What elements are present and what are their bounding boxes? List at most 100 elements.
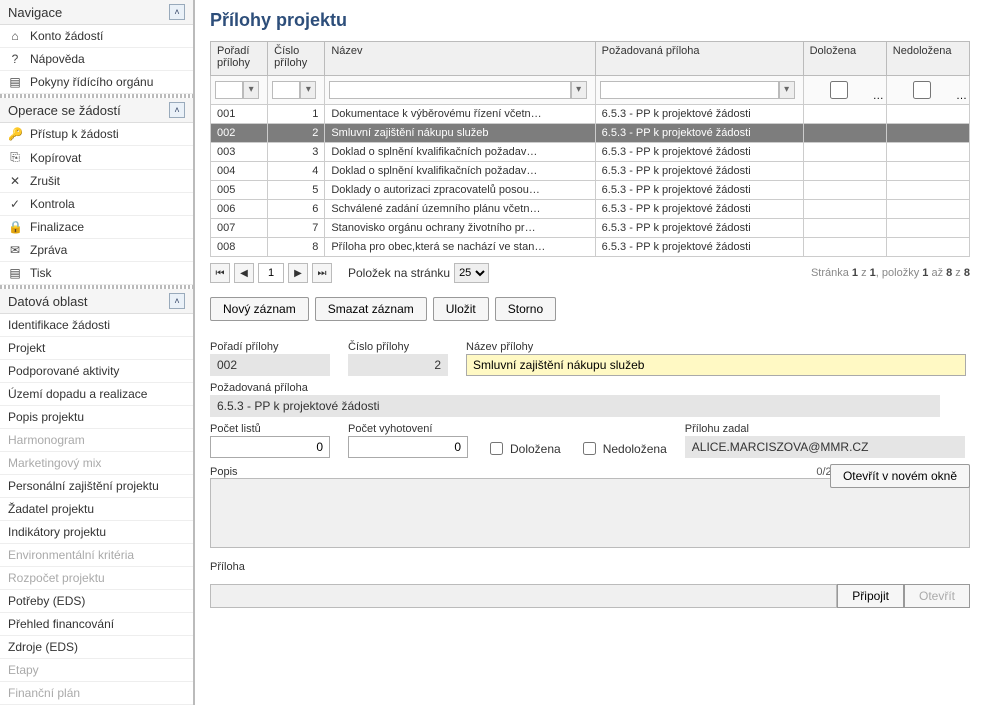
nav-item-pokyny[interactable]: ▤Pokyny řídícího orgánu (0, 71, 193, 94)
val-cislo: 2 (348, 354, 448, 376)
input-vyhot[interactable] (348, 436, 468, 458)
col-cislo[interactable]: Číslo přílohy (268, 42, 325, 76)
val-zadal: ALICE.MARCISZOVA@MMR.CZ (685, 436, 965, 458)
cell-nedolozena (886, 181, 969, 200)
nav-label: Konto žádostí (30, 29, 103, 43)
pagesize-select[interactable]: 25 (454, 263, 489, 283)
cell-pozad: 6.5.3 - PP k projektové žádosti (595, 162, 803, 181)
pager-page-input[interactable] (258, 263, 284, 283)
cell-nazev: Stanovisko orgánu ochrany životního pr… (325, 219, 595, 238)
cell-cislo: 5 (268, 181, 325, 200)
cell-poradi: 003 (211, 143, 268, 162)
cell-dolozena (803, 181, 886, 200)
pagesize-label: Položek na stránku (348, 266, 450, 280)
new-record-button[interactable]: Nový záznam (210, 297, 309, 321)
nav-group-navigace[interactable]: Navigace ˄ (0, 0, 193, 25)
nav-item-identifikace[interactable]: Identifikace žádosti (0, 314, 193, 337)
filter-pozad[interactable] (600, 81, 779, 99)
input-listu[interactable] (210, 436, 330, 458)
nav-item-pristup[interactable]: 🔑Přístup k žádosti (0, 123, 193, 146)
nav-item-zrusit[interactable]: ✕Zrušit (0, 170, 193, 193)
nav-item-zdroje[interactable]: Zdroje (EDS) (0, 636, 193, 659)
pager-last[interactable]: ⏭ (312, 263, 332, 283)
cell-poradi: 005 (211, 181, 268, 200)
cell-cislo: 8 (268, 238, 325, 257)
nav-group-operace[interactable]: Operace se žádostí ˄ (0, 98, 193, 123)
filter-icon[interactable]: ▾ (243, 81, 259, 99)
cell-nazev: Doklad o splnění kvalifikačních požadav… (325, 162, 595, 181)
cell-dolozena (803, 143, 886, 162)
storno-button[interactable]: Storno (495, 297, 556, 321)
filter-icon[interactable]: ▾ (300, 81, 316, 99)
delete-record-button[interactable]: Smazat záznam (315, 297, 427, 321)
filter-nazev[interactable] (329, 81, 570, 99)
filter-cislo[interactable] (272, 81, 300, 99)
filter-icon[interactable]: ▾ (571, 81, 587, 99)
home-icon: ⌂ (8, 29, 22, 43)
nav-item-kontrola[interactable]: ✓Kontrola (0, 193, 193, 216)
table-row[interactable]: 0077Stanovisko orgánu ochrany životního … (211, 219, 970, 238)
input-nazev[interactable] (466, 354, 966, 376)
nav-item-tisk[interactable]: ▤Tisk (0, 262, 193, 285)
chk-nedolozena[interactable] (583, 442, 596, 455)
nav-item-potreby[interactable]: Potřeby (EDS) (0, 590, 193, 613)
nav-label: Přehled financování (8, 617, 114, 631)
attach-button[interactable]: Připojit (837, 584, 904, 608)
filter-dolozena[interactable] (812, 81, 866, 99)
cell-poradi: 002 (211, 124, 268, 143)
cell-nedolozena (886, 219, 969, 238)
nav-item-personalni[interactable]: Personální zajištění projektu (0, 475, 193, 498)
nav-item-aktivity[interactable]: Podporované aktivity (0, 360, 193, 383)
nav-item-finalizace[interactable]: 🔒Finalizace (0, 216, 193, 239)
table-row[interactable]: 0088Příloha pro obec,která se nachází ve… (211, 238, 970, 257)
table-row[interactable]: 0022Smluvní zajištění nákupu služeb6.5.3… (211, 124, 970, 143)
table-row[interactable]: 0044Doklad o splnění kvalifikačních poža… (211, 162, 970, 181)
detail-form: Pořadí přílohy002 Číslo přílohy2 Název p… (210, 341, 970, 608)
nav-item-popis[interactable]: Popis projektu (0, 406, 193, 429)
nav-item-indikatory[interactable]: Indikátory projektu (0, 521, 193, 544)
nav-item-konto[interactable]: ⌂ Konto žádostí (0, 25, 193, 48)
cell-dolozena (803, 105, 886, 124)
nav-item-zprava[interactable]: ✉Zpráva (0, 239, 193, 262)
nav-item-uzemi[interactable]: Území dopadu a realizace (0, 383, 193, 406)
pager-info: Stránka 1 z 1, položky 1 až 8 z 8 (811, 267, 970, 279)
col-nedolozena[interactable]: Nedoložena (886, 42, 969, 76)
table-row[interactable]: 0033Doklad o splnění kvalifikačních poža… (211, 143, 970, 162)
pager-first[interactable]: ⏮ (210, 263, 230, 283)
col-poradi[interactable]: Pořadí přílohy (211, 42, 268, 76)
mail-icon: ✉ (8, 243, 22, 257)
table-row[interactable]: 0055Doklady o autorizaci zpracovatelů po… (211, 181, 970, 200)
cell-cislo: 7 (268, 219, 325, 238)
col-nazev[interactable]: Název (325, 42, 595, 76)
chk-dolozena[interactable] (490, 442, 503, 455)
nav-item-napoveda[interactable]: ?Nápověda (0, 48, 193, 71)
input-priloha-path[interactable] (210, 584, 837, 608)
cell-pozad: 6.5.3 - PP k projektové žádosti (595, 124, 803, 143)
filter-poradi[interactable] (215, 81, 243, 99)
col-pozad[interactable]: Požadovaná příloha (595, 42, 803, 76)
pager-prev[interactable]: ◀ (234, 263, 254, 283)
open-new-window-button[interactable]: Otevřít v novém okně (830, 464, 970, 488)
cell-nedolozena (886, 143, 969, 162)
lbl-zadal: Přílohu zadal (685, 423, 970, 435)
print-icon: ▤ (8, 266, 22, 280)
nav-item-projekt[interactable]: Projekt (0, 337, 193, 360)
key-icon: 🔑 (8, 127, 22, 141)
lbl-popis: Popis (210, 466, 238, 478)
nav-item-zadatel[interactable]: Žadatel projektu (0, 498, 193, 521)
save-button[interactable]: Uložit (433, 297, 489, 321)
filter-icon[interactable]: ▾ (779, 81, 795, 99)
nav-label: Popis projektu (8, 410, 84, 424)
cell-nedolozena (886, 200, 969, 219)
nav-group-datova[interactable]: Datová oblast ˄ (0, 289, 193, 314)
table-row[interactable]: 0011Dokumentace k výběrovému řízení včet… (211, 105, 970, 124)
main-content: Přílohy projektu Pořadí přílohy Číslo př… (195, 0, 985, 705)
nav-item-financovani[interactable]: Přehled financování (0, 613, 193, 636)
pager-next[interactable]: ▶ (288, 263, 308, 283)
doc-icon: ▤ (8, 75, 22, 89)
col-dolozena[interactable]: Doložena (803, 42, 886, 76)
filter-nedolozena[interactable] (895, 81, 949, 99)
table-row[interactable]: 0066Schválené zadání územního plánu včet… (211, 200, 970, 219)
nav-item-kopirovat[interactable]: ⎘Kopírovat (0, 146, 193, 170)
textarea-popis[interactable] (210, 478, 970, 548)
